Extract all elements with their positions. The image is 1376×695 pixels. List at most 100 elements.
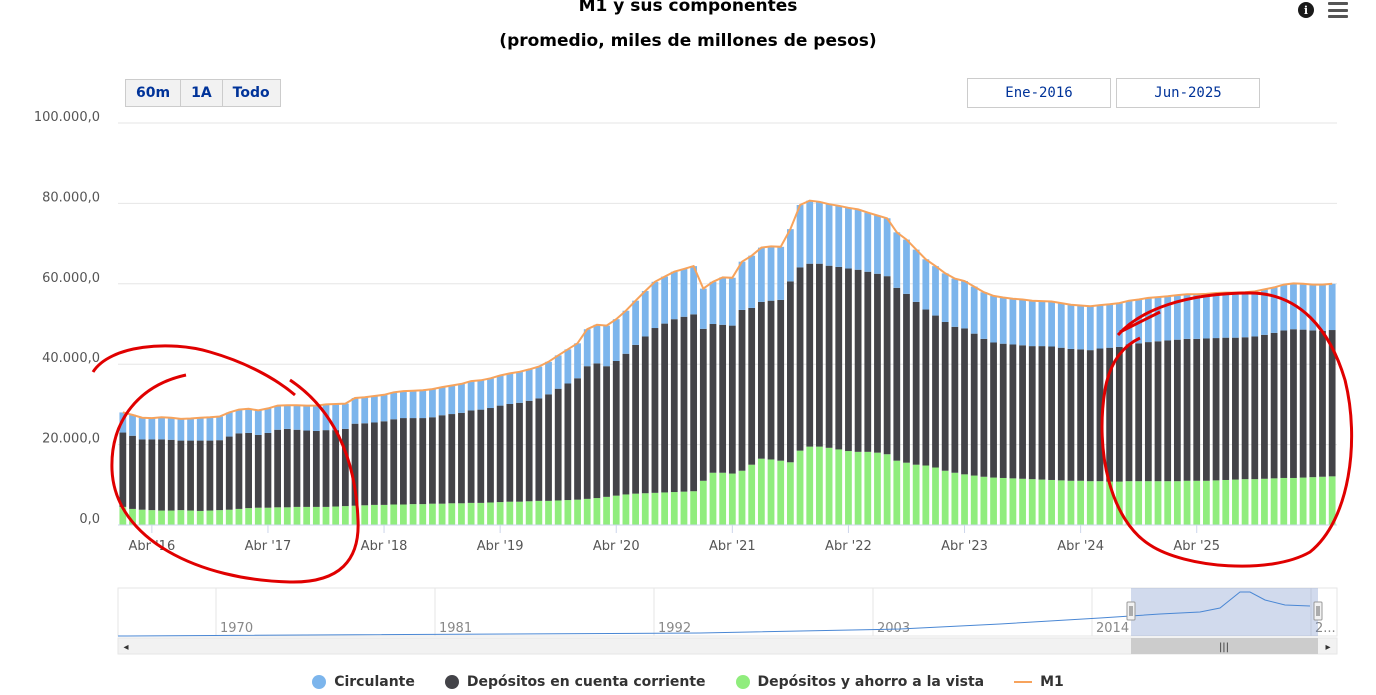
bar-depositos-cc: [1319, 330, 1326, 477]
bar-circulante: [1222, 292, 1230, 338]
bar-depositos-cc: [690, 314, 698, 492]
bar-depositos-cc: [477, 409, 485, 503]
legend-item-circulante[interactable]: Circulante: [312, 674, 415, 690]
bar-circulante: [806, 200, 814, 264]
bar-circulante: [719, 277, 727, 325]
bar-depositos-cc: [1009, 344, 1017, 479]
legend-item-depositos-ahorro[interactable]: Depósitos y ahorro a la vista: [735, 674, 984, 690]
bar-circulante: [1280, 284, 1288, 331]
bar-circulante: [361, 397, 369, 424]
bar-depositos-ahorro: [1086, 481, 1094, 525]
bar-circulante: [632, 300, 639, 345]
bar-depositos-ahorro: [1057, 480, 1065, 525]
bar-circulante: [893, 232, 901, 288]
bar-circulante: [1251, 291, 1259, 337]
bar-circulante: [825, 204, 833, 266]
bar-circulante: [293, 405, 301, 430]
bar-depositos-ahorro: [932, 467, 939, 525]
bar-depositos-cc: [583, 366, 591, 499]
bar-depositos-cc: [941, 321, 949, 471]
bar-circulante: [603, 325, 610, 367]
bar-depositos-cc: [409, 418, 417, 505]
bar-depositos-ahorro: [796, 450, 804, 525]
bar-depositos-cc: [1299, 329, 1307, 478]
bar-depositos-ahorro: [661, 492, 668, 525]
bar-depositos-ahorro: [196, 510, 204, 525]
bar-depositos-cc: [603, 366, 610, 497]
bar-circulante: [1019, 299, 1026, 346]
bar-depositos-ahorro: [206, 510, 214, 525]
bar-depositos-ahorro: [1222, 479, 1230, 525]
bar-depositos-ahorro: [1193, 480, 1201, 525]
bar-circulante: [496, 375, 504, 406]
bar-depositos-ahorro: [719, 472, 727, 525]
bar-depositos-ahorro: [158, 510, 165, 525]
bar-depositos-cc: [728, 325, 736, 474]
bar-depositos-ahorro: [545, 500, 552, 525]
bar-depositos-ahorro: [748, 464, 756, 525]
navigator-selection: [1131, 588, 1318, 636]
bar-depositos-ahorro: [1028, 479, 1036, 525]
bar-circulante: [845, 207, 852, 269]
navigator-handle-left: [1126, 601, 1136, 621]
bar-depositos-ahorro: [1067, 480, 1075, 525]
bar-depositos-ahorro: [1290, 477, 1297, 525]
bar-depositos-cc: [1115, 346, 1123, 482]
bar-depositos-cc: [1048, 346, 1055, 480]
bar-depositos-ahorro: [400, 504, 407, 525]
bar-circulante: [274, 405, 282, 430]
bar-depositos-ahorro: [787, 462, 794, 525]
bar-depositos-cc: [1019, 345, 1026, 479]
bar-depositos-cc: [390, 419, 398, 505]
bar-depositos-ahorro: [1154, 481, 1162, 525]
bar-depositos-ahorro: [874, 452, 881, 525]
bar-circulante: [961, 280, 968, 329]
bar-circulante: [980, 292, 988, 339]
bar-circulante: [1028, 300, 1036, 347]
bar-depositos-cc: [438, 415, 446, 504]
bar-depositos-cc: [429, 417, 436, 504]
bar-circulante: [545, 361, 552, 395]
legend-item-m1[interactable]: M1: [1014, 674, 1064, 690]
bar-depositos-ahorro: [951, 472, 959, 525]
bar-series: [119, 200, 1336, 525]
bar-depositos-ahorro: [1077, 480, 1085, 525]
bar-depositos-cc: [622, 353, 630, 495]
bar-depositos-ahorro: [1299, 477, 1307, 525]
x-tick-label: Abr '24: [1057, 539, 1104, 554]
bar-depositos-cc: [506, 404, 514, 502]
bar-circulante: [1212, 293, 1220, 339]
bar-depositos-cc: [980, 338, 988, 477]
bar-depositos-ahorro: [1203, 480, 1210, 525]
bar-depositos-cc: [216, 440, 223, 511]
bar-depositos-cc: [554, 388, 562, 501]
bar-depositos-cc: [380, 421, 388, 505]
legend-item-depositos-cc[interactable]: Depósitos en cuenta corriente: [444, 674, 706, 690]
bar-circulante: [670, 271, 678, 320]
bar-circulante: [990, 295, 997, 343]
bar-depositos-cc: [564, 383, 572, 501]
bar-circulante: [1328, 283, 1336, 331]
bar-depositos-cc: [632, 344, 639, 494]
bar-circulante: [787, 229, 794, 282]
bar-depositos-cc: [332, 430, 340, 507]
bar-depositos-ahorro: [419, 504, 427, 525]
bar-circulante: [1057, 303, 1065, 348]
navigator-year-label: 2014: [1096, 621, 1129, 636]
bar-depositos-cc: [883, 276, 891, 455]
bar-depositos-ahorro: [603, 496, 610, 525]
bar-depositos-ahorro: [641, 493, 649, 525]
x-axis-labels: Abr '16 Abr '17 Abr '18 Abr '19 Abr '20 Abr '…: [118, 524, 1337, 554]
bar-depositos-cc: [158, 439, 165, 511]
bar-depositos-ahorro: [806, 446, 814, 525]
bar-circulante: [593, 324, 601, 364]
bar-depositos-cc: [254, 434, 262, 508]
bar-depositos-ahorro: [651, 492, 659, 525]
bar-depositos-ahorro: [854, 451, 862, 525]
bar-depositos-ahorro: [225, 509, 233, 525]
bar-depositos-cc: [680, 316, 688, 492]
bar-depositos-cc: [825, 265, 833, 448]
bar-depositos-cc: [777, 299, 785, 461]
bar-circulante: [1319, 284, 1326, 331]
bar-circulante: [699, 288, 707, 329]
